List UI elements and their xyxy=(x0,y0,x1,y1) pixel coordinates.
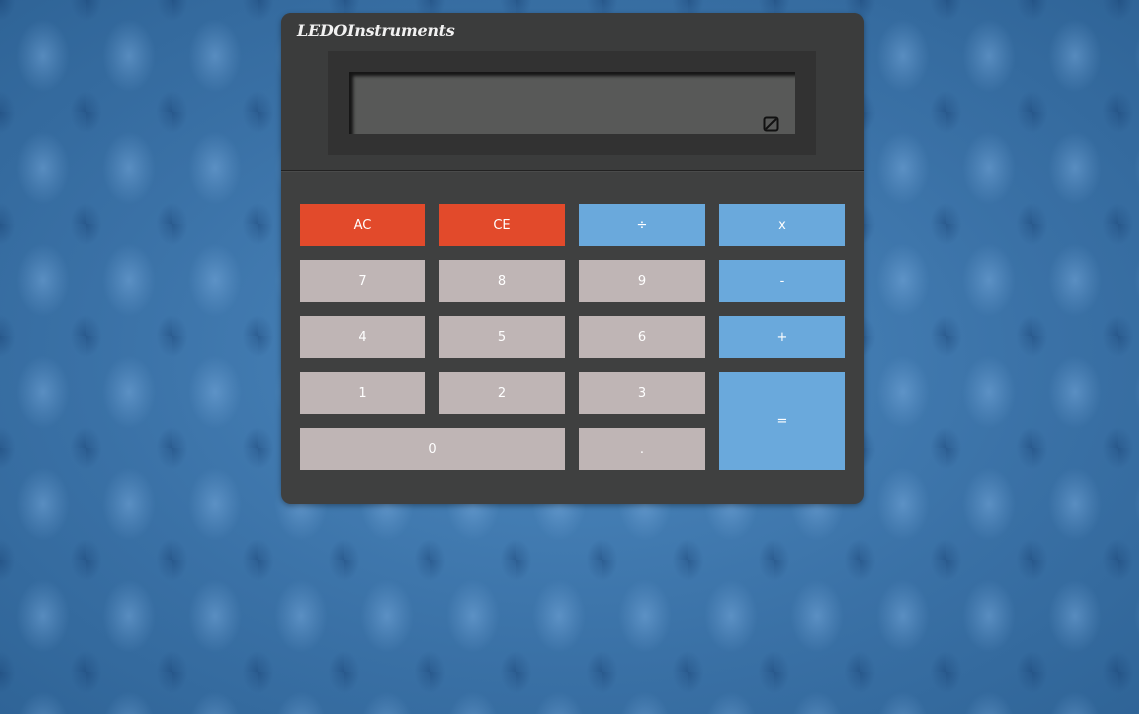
brand-logo: LEDOInstruments xyxy=(297,21,455,40)
decimal-button[interactable]: . xyxy=(579,428,705,470)
two-button[interactable]: 2 xyxy=(439,372,565,414)
multiply-button[interactable]: x xyxy=(719,204,845,246)
divide-button[interactable]: ÷ xyxy=(579,204,705,246)
seven-button[interactable]: 7 xyxy=(300,260,425,302)
one-button[interactable]: 1 xyxy=(300,372,425,414)
display-bezel xyxy=(328,51,816,155)
ce-button[interactable]: CE xyxy=(439,204,565,246)
calculator: LEDOInstruments AC CE ÷ x 7 8 9 - 4 5 6 … xyxy=(281,13,864,504)
add-button[interactable]: + xyxy=(719,316,845,358)
equals-button[interactable]: = xyxy=(719,372,845,470)
six-button[interactable]: 6 xyxy=(579,316,705,358)
subtract-button[interactable]: - xyxy=(719,260,845,302)
zero-button[interactable]: 0 xyxy=(300,428,565,470)
nine-button[interactable]: 9 xyxy=(579,260,705,302)
eight-button[interactable]: 8 xyxy=(439,260,565,302)
calculator-header: LEDOInstruments xyxy=(281,13,864,171)
five-button[interactable]: 5 xyxy=(439,316,565,358)
four-button[interactable]: 4 xyxy=(300,316,425,358)
display-screen xyxy=(349,72,795,134)
ac-button[interactable]: AC xyxy=(300,204,425,246)
three-button[interactable]: 3 xyxy=(579,372,705,414)
solar-cell-icon xyxy=(763,116,779,132)
